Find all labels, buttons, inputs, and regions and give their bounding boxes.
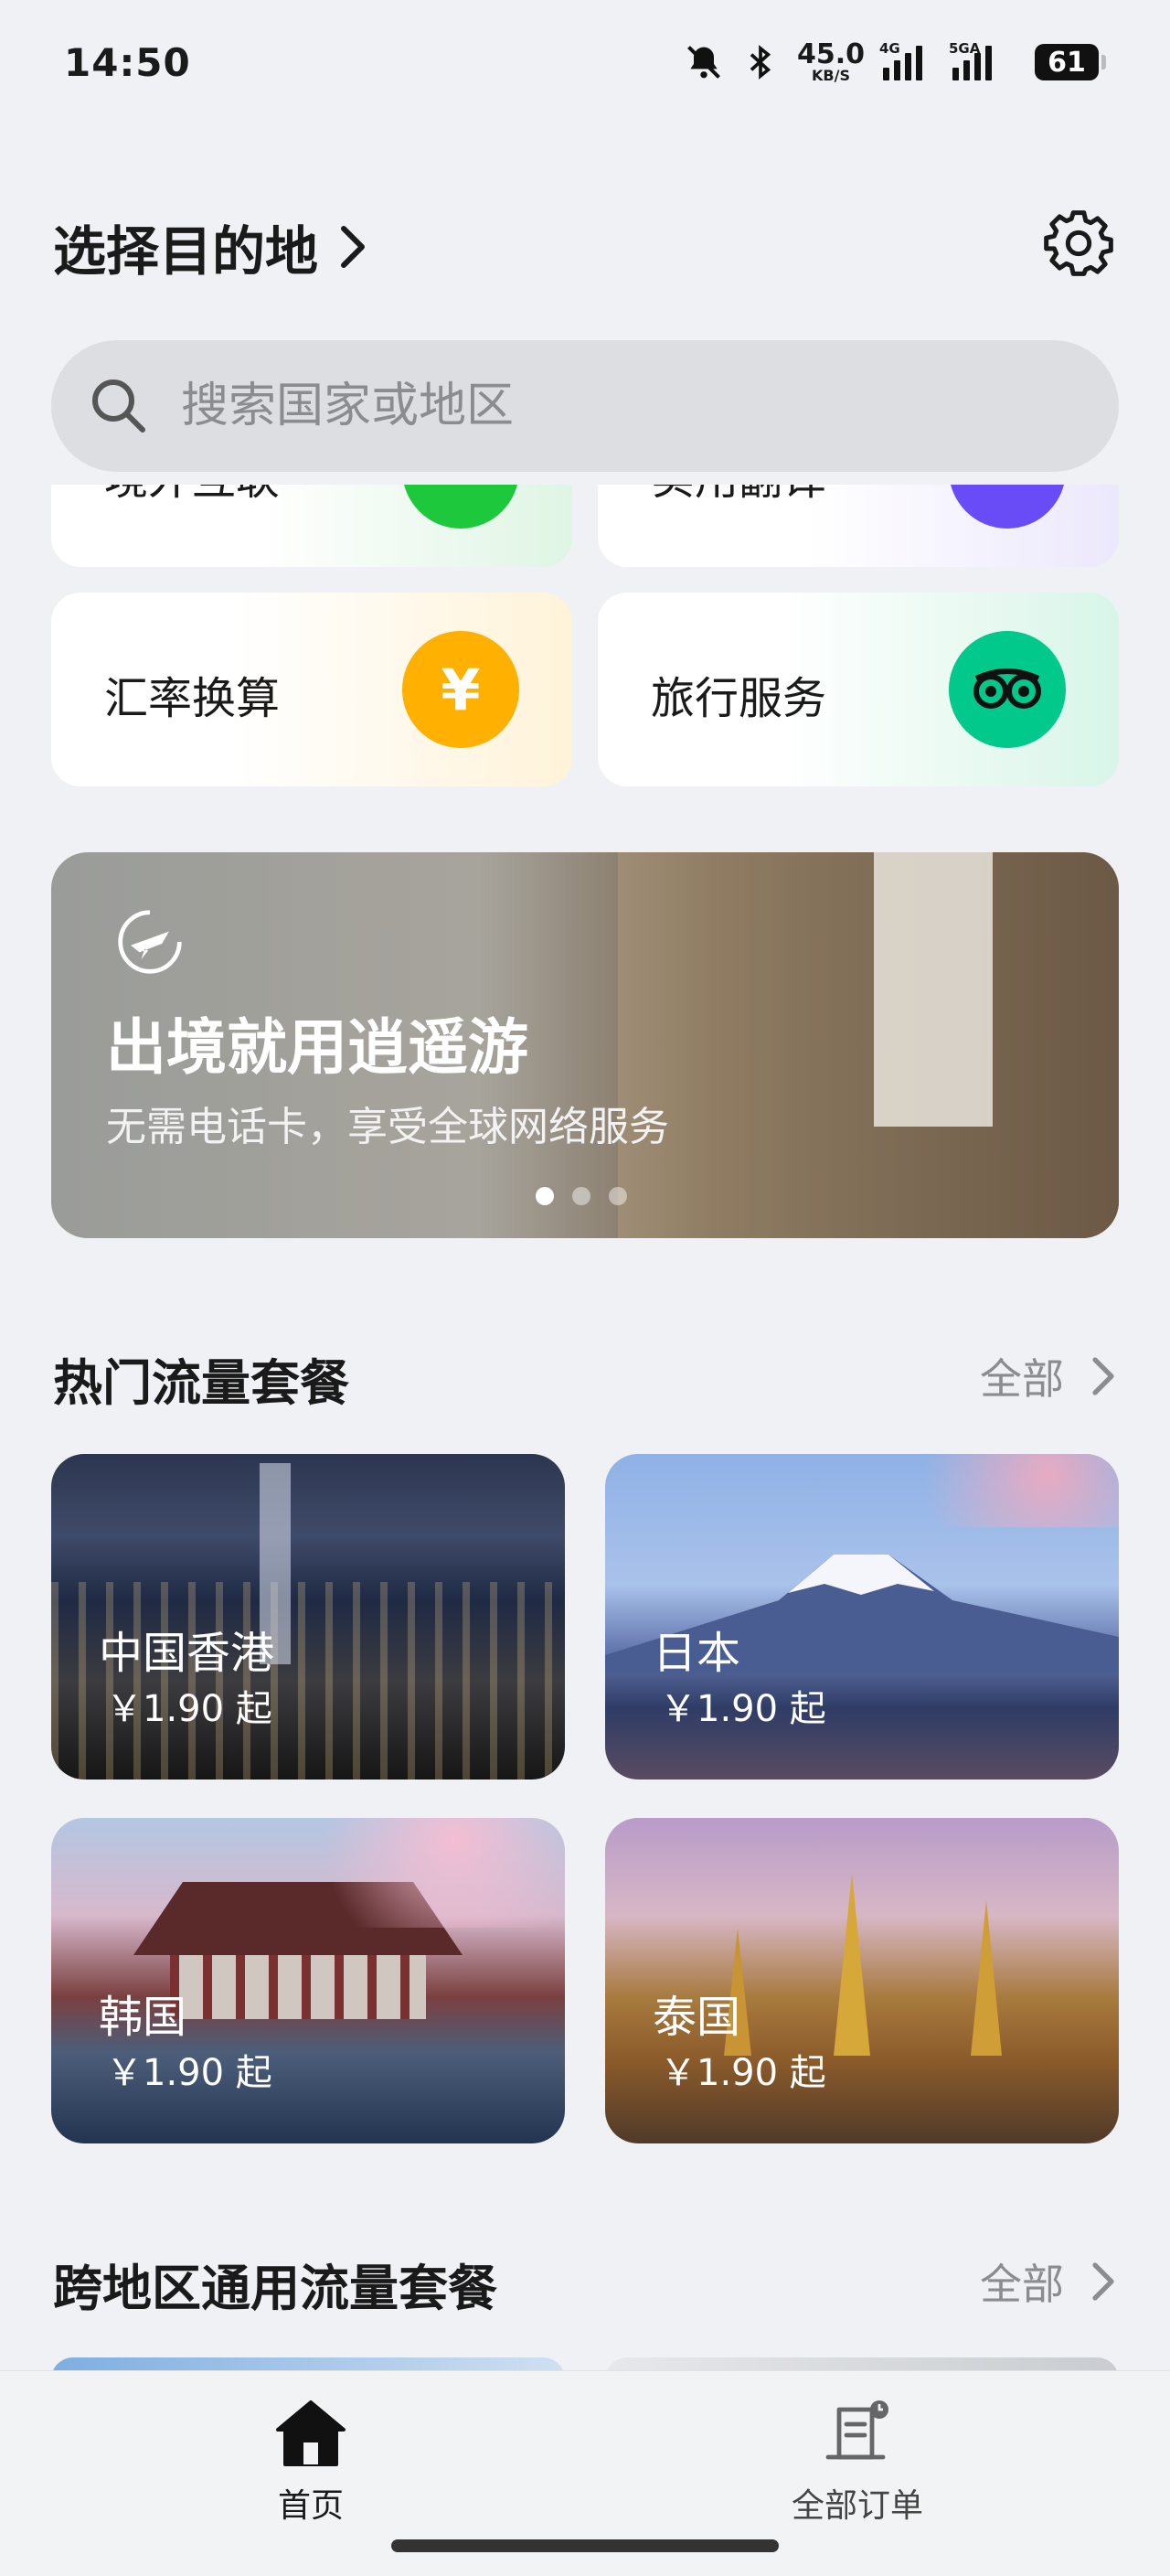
cross-view-all-label: 全部 — [980, 2260, 1064, 2309]
network-speed: 45.0 KB/S — [797, 41, 865, 83]
blossom-decoration — [879, 1454, 1119, 1527]
network-speed-value: 45.0 — [796, 38, 865, 70]
tile-internet-label: 境外互联 — [104, 485, 280, 507]
carousel-indicator[interactable] — [536, 1187, 627, 1205]
package-name: 日本 — [653, 1628, 741, 1679]
tile-translate-label: 实用翻译 — [651, 485, 826, 507]
search-bar[interactable] — [51, 340, 1119, 472]
tile-internet-partial[interactable]: 境外互联 — [51, 485, 572, 567]
package-card-japan[interactable]: 日本 ￥1.90 起 — [605, 1454, 1119, 1780]
owl-eyes-icon — [973, 668, 1041, 709]
mute-bell-icon — [687, 46, 720, 79]
banner-figure — [618, 852, 1119, 1238]
tile-travel-service[interactable]: 旅行服务 — [598, 593, 1119, 786]
page-title: 选择目的地 — [53, 220, 319, 283]
search-input[interactable] — [179, 378, 1005, 434]
banner-shirt — [874, 852, 993, 1127]
gesture-home-bar[interactable] — [391, 2539, 779, 2552]
package-price: ￥1.90 起 — [660, 1688, 826, 1730]
banner-headline: 出境就用逍遥游 — [106, 1012, 528, 1083]
nav-home-label: 首页 — [277, 2487, 344, 2525]
translate-icon — [949, 485, 1066, 529]
battery-level: 61 — [1048, 46, 1086, 79]
blossom-decoration — [289, 1818, 565, 1928]
package-price: ￥1.90 起 — [106, 2052, 272, 2094]
owl-icon — [949, 631, 1066, 748]
carousel-dot[interactable] — [536, 1187, 554, 1205]
package-card-hongkong[interactable]: 中国香港 ￥1.90 起 — [51, 1454, 565, 1780]
cross-view-all[interactable]: 全部 — [980, 2251, 1115, 2312]
internet-icon — [402, 485, 519, 529]
chevron-right-icon — [1092, 1357, 1114, 1395]
select-destination[interactable]: 选择目的地 — [53, 208, 369, 285]
spire-decoration — [971, 1900, 1002, 2056]
hot-section-title: 热门流量套餐 — [53, 1354, 349, 1412]
palace-body-decoration — [170, 1955, 426, 2019]
signal-4g-icon: 4G — [879, 40, 934, 80]
network-speed-unit: KB/S — [812, 67, 850, 84]
status-time: 14:50 — [64, 40, 191, 85]
bluetooth-icon — [750, 45, 771, 80]
partial-tiles-row: 境外互联 实用翻译 — [51, 485, 1119, 567]
promo-banner[interactable]: 出境就用逍遥游 无需电话卡，享受全球网络服务 — [51, 852, 1119, 1238]
carousel-dot[interactable] — [609, 1187, 627, 1205]
package-card-thailand[interactable]: 泰国 ￥1.90 起 — [605, 1818, 1119, 2143]
home-icon — [276, 2400, 346, 2466]
package-name: 韩国 — [99, 1992, 187, 2043]
nav-home[interactable]: 首页 — [201, 2399, 420, 2527]
airplane-icon — [118, 910, 182, 974]
signal-5ga-icon: 5GA — [949, 40, 1016, 80]
cross-section-title: 跨地区通用流量套餐 — [53, 2260, 497, 2317]
gear-icon[interactable] — [1042, 207, 1115, 280]
carousel-dot[interactable] — [572, 1187, 590, 1205]
package-card-korea[interactable]: 韩国 ￥1.90 起 — [51, 1818, 565, 2143]
nav-orders[interactable]: 全部订单 — [748, 2399, 967, 2527]
yuan-icon: ¥ — [402, 631, 519, 748]
banner-subtitle: 无需电话卡，享受全球网络服务 — [106, 1104, 669, 1150]
hot-view-all-label: 全部 — [980, 1354, 1064, 1404]
battery-icon: 61 — [1035, 44, 1106, 80]
status-icons: 45.0 KB/S 4G 5GA 61 — [684, 37, 1106, 88]
tile-translate-partial[interactable]: 实用翻译 — [598, 485, 1119, 567]
bottom-nav: 首页 全部订单 — [0, 2370, 1170, 2576]
yuan-glyph: ¥ — [441, 656, 481, 723]
travel-label: 旅行服务 — [651, 673, 827, 724]
orders-icon — [825, 2400, 888, 2460]
search-icon — [92, 379, 145, 433]
spire-decoration — [834, 1873, 870, 2056]
chevron-right-icon — [1092, 2262, 1114, 2301]
exchange-label: 汇率换算 — [104, 673, 281, 724]
package-price: ￥1.90 起 — [106, 1688, 272, 1730]
signal-4g-tag: 4G — [879, 40, 900, 57]
package-name: 中国香港 — [99, 1628, 275, 1679]
nav-orders-label: 全部订单 — [791, 2487, 923, 2525]
hot-view-all[interactable]: 全部 — [980, 1346, 1115, 1406]
package-price: ￥1.90 起 — [660, 2052, 826, 2094]
tile-exchange-rate[interactable]: 汇率换算 ¥ — [51, 593, 572, 786]
package-name: 泰国 — [653, 1992, 741, 2043]
chevron-right-icon — [341, 226, 366, 268]
signal-5ga-tag: 5GA — [949, 40, 981, 57]
